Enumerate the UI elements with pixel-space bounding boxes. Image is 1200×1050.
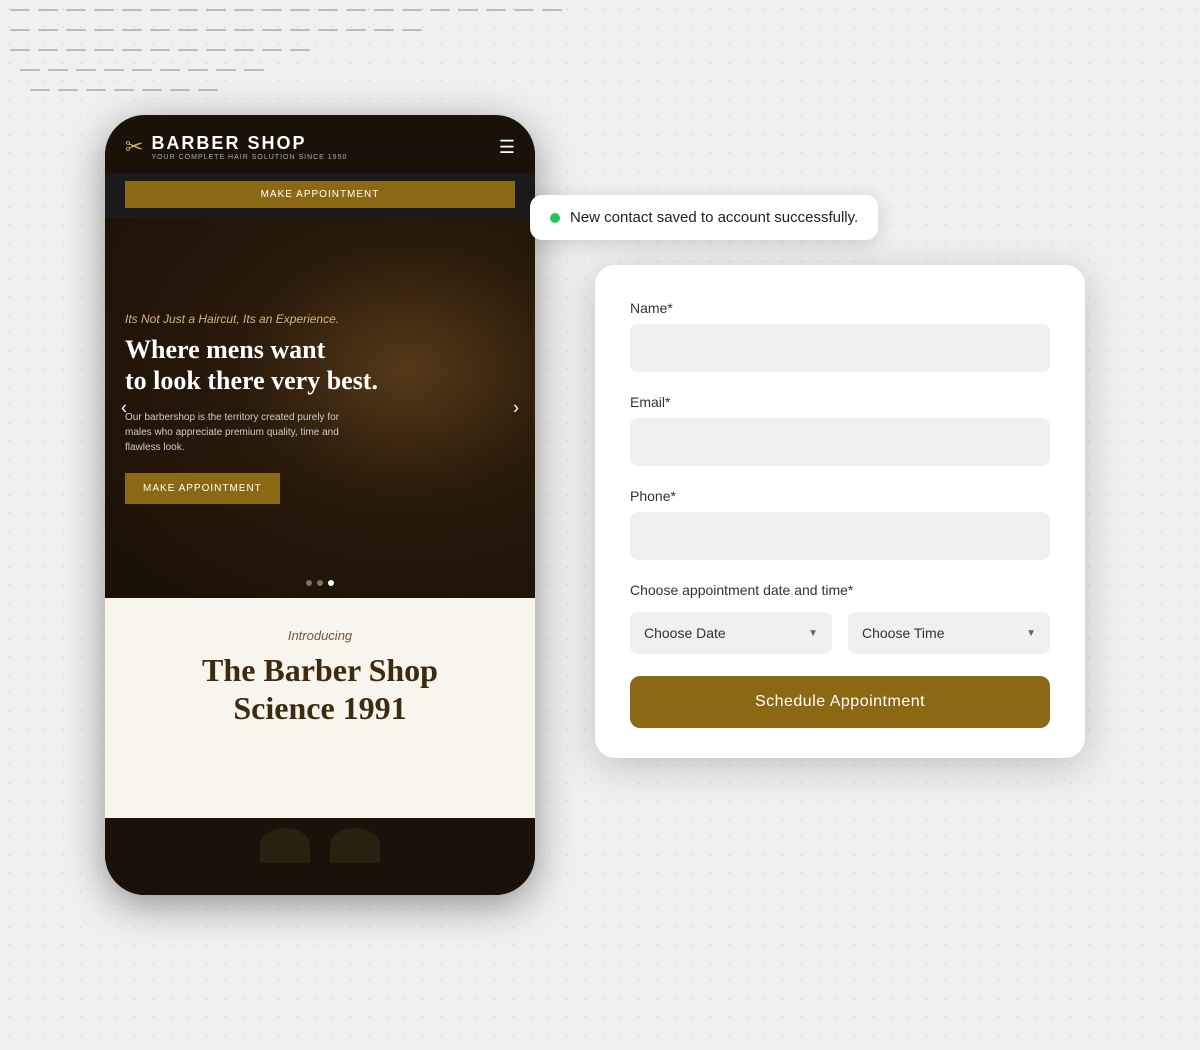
carousel-dot-2[interactable] xyxy=(317,580,323,586)
nav-appointment-button[interactable]: MAKE APPOINTMENT xyxy=(125,181,515,208)
hero-description: Our barbershop is the territory created … xyxy=(125,410,365,455)
logo-title: BARBER SHOP xyxy=(151,133,347,154)
datetime-row: Choose Date ▼ Choose Time ▼ xyxy=(630,612,1050,654)
phone-header: ✂ BARBER SHOP YOUR COMPLETE HAIR SOLUTIO… xyxy=(105,115,535,173)
hero-section: ‹ Its Not Just a Haircut, Its an Experie… xyxy=(105,218,535,598)
choose-time-button[interactable]: Choose Time ▼ xyxy=(848,612,1050,654)
name-label: Name* xyxy=(630,300,1050,316)
appointment-form-panel: Name* Email* Phone* Choose appointment d… xyxy=(595,265,1085,758)
hamburger-icon[interactable]: ☰ xyxy=(499,137,515,158)
shop-title-line2: Science 1991 xyxy=(233,690,406,726)
choose-date-label: Choose Date xyxy=(644,625,726,641)
toast-notification: New contact saved to account successfull… xyxy=(530,195,878,240)
email-input[interactable] xyxy=(630,418,1050,466)
choose-time-arrow-icon: ▼ xyxy=(1026,628,1036,639)
datetime-label: Choose appointment date and time* xyxy=(630,582,1050,598)
carousel-right-arrow[interactable]: › xyxy=(513,398,519,419)
phone-mockup: ✂ BARBER SHOP YOUR COMPLETE HAIR SOLUTIO… xyxy=(105,115,535,895)
phone-bottom-section: Introducing The Barber Shop Science 1991 xyxy=(105,598,535,818)
choose-time-label: Choose Time xyxy=(862,625,944,641)
introducing-text: Introducing xyxy=(125,628,515,643)
choose-date-arrow-icon: ▼ xyxy=(808,628,818,639)
name-field-group: Name* xyxy=(630,300,1050,372)
footer-bumps xyxy=(260,828,380,863)
logo-subtitle: YOUR COMPLETE HAIR SOLUTION SINCE 1950 xyxy=(151,154,347,161)
carousel-dot-3[interactable] xyxy=(328,580,334,586)
carousel-dot-1[interactable] xyxy=(306,580,312,586)
phone-field-group: Phone* xyxy=(630,488,1050,560)
email-field-group: Email* xyxy=(630,394,1050,466)
shop-title: The Barber Shop Science 1991 xyxy=(125,651,515,728)
hero-tagline: Its Not Just a Haircut, Its an Experienc… xyxy=(125,312,515,326)
phone-label: Phone* xyxy=(630,488,1050,504)
name-input[interactable] xyxy=(630,324,1050,372)
shop-title-line1: The Barber Shop xyxy=(202,652,438,688)
barber-shop-logo: ✂ BARBER SHOP YOUR COMPLETE HAIR SOLUTIO… xyxy=(125,133,347,161)
footer-bump-left xyxy=(260,828,310,863)
schedule-appointment-button[interactable]: Schedule Appointment xyxy=(630,676,1050,728)
carousel-dots xyxy=(306,580,334,586)
toast-message: New contact saved to account successfull… xyxy=(570,209,858,226)
phone-input[interactable] xyxy=(630,512,1050,560)
choose-date-button[interactable]: Choose Date ▼ xyxy=(630,612,832,654)
toast-status-dot xyxy=(550,213,560,223)
footer-bump-right xyxy=(330,828,380,863)
hero-heading: Where mens wantto look there very best. xyxy=(125,334,515,396)
email-label: Email* xyxy=(630,394,1050,410)
scissors-icon: ✂ xyxy=(125,134,143,160)
phone-footer xyxy=(105,818,535,895)
decorative-lines xyxy=(0,0,1200,120)
hero-cta-button[interactable]: MAKE APPOINTMENT xyxy=(125,473,280,504)
hero-content: Its Not Just a Haircut, Its an Experienc… xyxy=(125,312,515,504)
